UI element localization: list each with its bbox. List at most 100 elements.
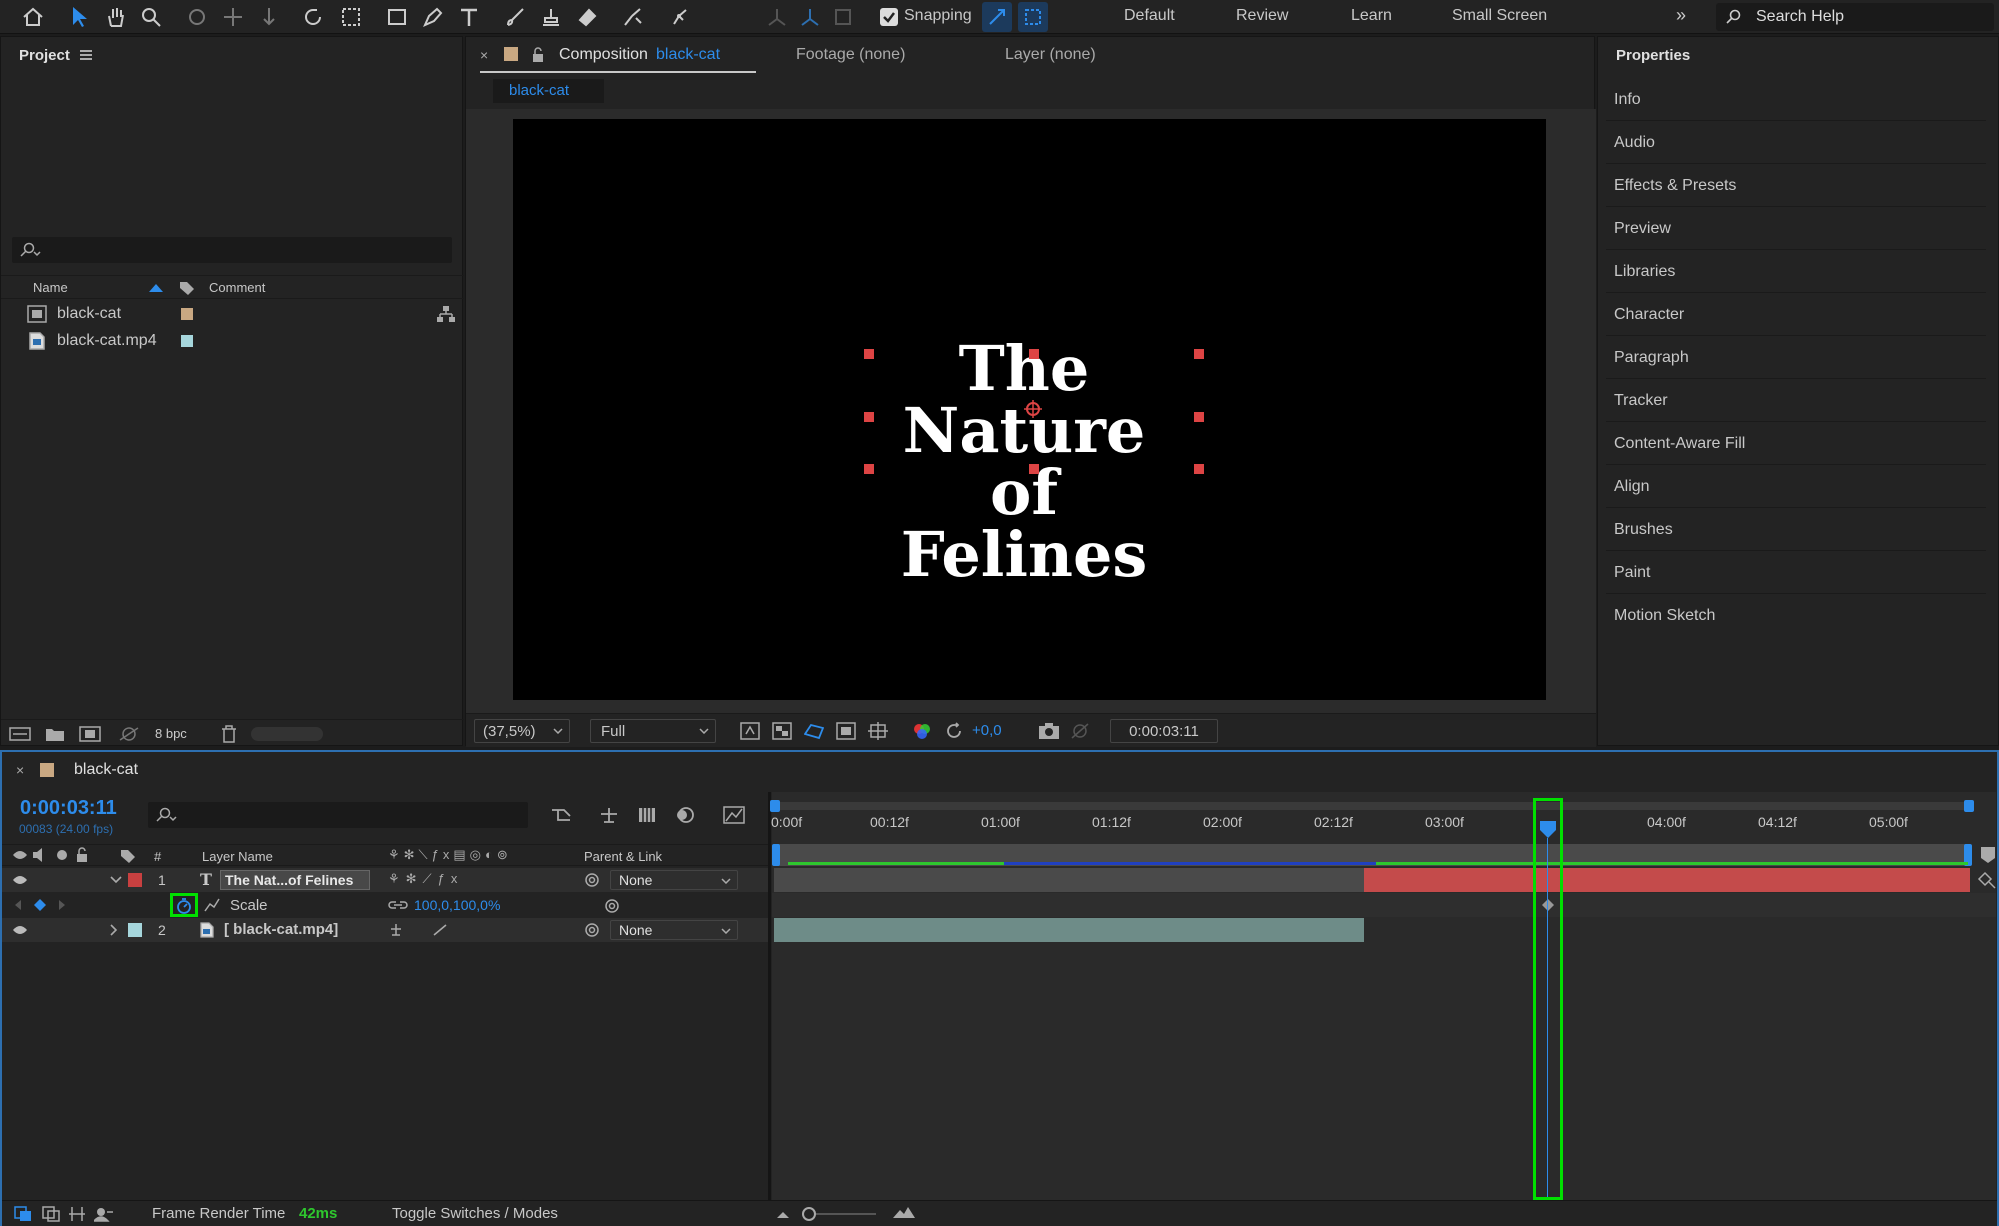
bounding-handle[interactable]	[1029, 464, 1039, 474]
work-area-bar[interactable]	[772, 844, 1972, 866]
bounding-handle[interactable]	[1029, 349, 1039, 359]
timeline-search-input[interactable]	[148, 802, 528, 828]
panel-divider[interactable]	[768, 792, 771, 1200]
orbit-tool-icon[interactable]	[182, 2, 212, 32]
bounding-handle[interactable]	[864, 464, 874, 474]
snapping-checkbox[interactable]	[880, 8, 898, 26]
parent-dropdown[interactable]: None	[610, 920, 738, 940]
layer-1-bar-inactive[interactable]	[774, 868, 1364, 892]
project-item[interactable]: black-cat.mp4	[1, 328, 464, 354]
in-out-stretch-icon[interactable]	[68, 1206, 86, 1222]
panel-item-effects-presets[interactable]: Effects & Presets	[1606, 165, 1986, 207]
work-area-navigator[interactable]	[770, 800, 1974, 812]
mask-visibility-icon[interactable]	[804, 722, 824, 740]
next-keyframe-icon[interactable]	[58, 899, 66, 911]
chevron-down-icon[interactable]	[110, 876, 122, 884]
column-parent-link[interactable]: Parent & Link	[584, 849, 662, 864]
close-tab-icon[interactable]: ×	[480, 47, 488, 63]
project-item[interactable]: black-cat	[1, 301, 464, 327]
thumbnail-slider[interactable]	[251, 727, 323, 741]
brush-tool-icon[interactable]	[500, 2, 530, 32]
snap-edges-icon[interactable]	[982, 2, 1012, 32]
tab-footage[interactable]: Footage (none)	[796, 46, 905, 64]
expression-pickwhip-icon[interactable]	[604, 898, 620, 914]
zoom-in-icon[interactable]	[892, 1205, 916, 1219]
bounding-handle[interactable]	[1194, 464, 1204, 474]
scale-track[interactable]	[772, 893, 1996, 917]
project-menu-icon[interactable]	[79, 50, 92, 60]
exposure-value[interactable]: +0,0	[972, 722, 1002, 739]
layer-2-bar[interactable]	[774, 918, 1364, 942]
panel-item-paint[interactable]: Paint	[1606, 552, 1986, 594]
column-comment[interactable]: Comment	[209, 280, 265, 295]
search-help-field[interactable]: Search Help	[1716, 3, 1994, 31]
close-tab-icon[interactable]: ×	[16, 762, 24, 778]
bounding-handle[interactable]	[1194, 412, 1204, 422]
previous-keyframe-icon[interactable]	[14, 899, 22, 911]
panel-item-libraries[interactable]: Libraries	[1606, 251, 1986, 293]
parent-dropdown[interactable]: None	[610, 870, 738, 890]
panel-item-audio[interactable]: Audio	[1606, 122, 1986, 164]
frame-blending-icon[interactable]	[636, 805, 658, 825]
bounding-handle[interactable]	[1194, 349, 1204, 359]
panel-item-tracker[interactable]: Tracker	[1606, 380, 1986, 422]
layer-switches-toggle-icon[interactable]	[14, 1206, 32, 1222]
navigator-end-handle[interactable]	[1964, 800, 1974, 812]
eraser-tool-icon[interactable]	[572, 2, 602, 32]
axis-world-icon[interactable]	[795, 2, 825, 32]
layer-row-1[interactable]: 1 T The Nat...of Felines ⚘✻⟋ƒx None	[2, 868, 770, 892]
panel-item-content-aware-fill[interactable]: Content-Aware Fill	[1606, 423, 1986, 465]
trash-icon[interactable]	[221, 725, 237, 743]
graph-icon[interactable]	[204, 898, 220, 912]
rotation-tool-icon[interactable]	[298, 2, 328, 32]
layer-name[interactable]: [ black-cat.mp4]	[224, 921, 338, 938]
panel-item-character[interactable]: Character	[1606, 294, 1986, 336]
project-search-input[interactable]	[12, 237, 452, 263]
bounding-handle[interactable]	[864, 412, 874, 422]
fast-previews-icon[interactable]	[740, 722, 760, 740]
layer-row-2[interactable]: 2 [ black-cat.mp4] None	[2, 918, 770, 942]
clone-stamp-tool-icon[interactable]	[536, 2, 566, 32]
current-timecode[interactable]: 0:00:03:11	[20, 797, 117, 820]
quality-switch-icon[interactable]	[432, 923, 448, 937]
toggle-switches-modes-button[interactable]: Toggle Switches / Modes	[392, 1205, 558, 1222]
new-folder-icon[interactable]	[45, 726, 65, 742]
label-color-swatch[interactable]	[181, 308, 193, 320]
label-color-swatch[interactable]	[181, 335, 193, 347]
snap-features-icon[interactable]	[1018, 2, 1048, 32]
channel-rgb-icon[interactable]	[912, 722, 932, 740]
panel-item-info[interactable]: Info	[1606, 79, 1986, 121]
puppet-tool-icon[interactable]	[664, 2, 694, 32]
visibility-eye-icon[interactable]	[12, 874, 28, 886]
axis-local-icon[interactable]	[762, 2, 792, 32]
transparency-grid-icon[interactable]	[772, 722, 792, 740]
interpret-footage-icon[interactable]	[9, 726, 31, 742]
subtab-black-cat[interactable]: black-cat	[493, 79, 604, 103]
constrain-proportions-icon[interactable]	[388, 899, 408, 911]
navigator-start-handle[interactable]	[770, 800, 780, 812]
selection-tool-icon[interactable]	[64, 2, 94, 32]
render-time-icon[interactable]	[94, 1206, 114, 1222]
magnification-dropdown[interactable]: (37,5%)	[474, 719, 570, 743]
visibility-eye-icon[interactable]	[12, 924, 28, 936]
project-settings-icon[interactable]	[117, 726, 141, 742]
composition-canvas[interactable]: The Nature of Felines	[513, 119, 1546, 700]
composition-flowchart-icon[interactable]	[550, 806, 574, 824]
pan-tool-icon[interactable]	[218, 2, 248, 32]
time-zoom-thumb[interactable]	[802, 1207, 816, 1221]
rectangle-tool-icon[interactable]	[382, 2, 412, 32]
new-composition-icon[interactable]	[79, 726, 101, 742]
overflow-chevron-icon[interactable]: »	[1676, 5, 1686, 26]
layer-name[interactable]: The Nat...of Felines	[220, 870, 370, 890]
stopwatch-icon[interactable]	[176, 898, 192, 914]
scale-value[interactable]: 100,0,100,0%	[414, 897, 500, 913]
workspace-small-screen[interactable]: Small Screen	[1452, 7, 1547, 25]
hand-tool-icon[interactable]	[101, 2, 131, 32]
reset-exposure-icon[interactable]	[944, 722, 964, 740]
zoom-out-icon[interactable]	[776, 1209, 790, 1219]
zoom-tool-icon[interactable]	[136, 2, 166, 32]
bit-depth-button[interactable]: 8 bpc	[155, 726, 187, 741]
workspace-review[interactable]: Review	[1236, 7, 1288, 25]
resolution-dropdown[interactable]: Full	[590, 719, 716, 743]
grid-guides-icon[interactable]	[868, 722, 888, 740]
